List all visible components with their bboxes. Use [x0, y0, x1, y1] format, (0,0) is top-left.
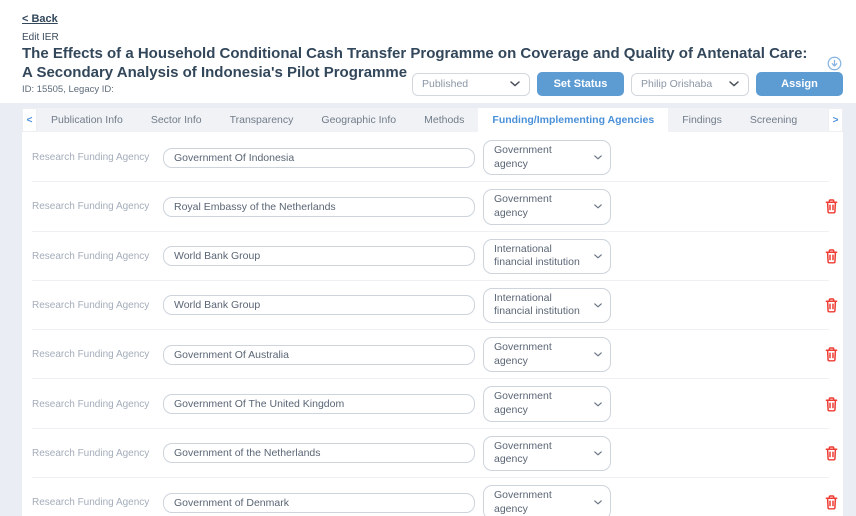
agency-name-input[interactable] — [163, 295, 475, 315]
agency-name-input[interactable] — [163, 443, 475, 463]
assignee-select-value: Philip Orishaba — [641, 78, 712, 90]
agency-name-input[interactable] — [163, 197, 475, 217]
chevron-down-icon — [729, 81, 739, 87]
tab-publication-info[interactable]: Publication Info — [37, 108, 137, 132]
tab-geographic-info[interactable]: Geographic Info — [307, 108, 410, 132]
row-label: Research Funding Agency — [32, 399, 163, 410]
chevron-down-icon — [594, 451, 602, 456]
tab-transparency[interactable]: Transparency — [216, 108, 308, 132]
delete-row-icon[interactable] — [825, 199, 838, 214]
agency-row: Research Funding Agency Government agency — [22, 429, 843, 478]
agency-row: Research Funding Agency International fin… — [22, 281, 843, 330]
agency-name-input[interactable] — [163, 246, 475, 266]
agency-row: Research Funding Agency Government agency — [22, 379, 843, 428]
agency-row: Research Funding Agency Government agency — [22, 182, 843, 231]
chevron-down-icon — [594, 500, 602, 505]
agency-row: Research Funding Agency Government agency — [22, 330, 843, 379]
agency-row: Research Funding Agency Government agency — [22, 478, 843, 516]
delete-row-icon[interactable] — [825, 347, 838, 362]
agency-type-value: Government agency — [494, 390, 580, 417]
row-label: Research Funding Agency — [32, 497, 163, 508]
agency-type-select[interactable]: International financial institution — [483, 239, 611, 274]
agency-type-value: International financial institution — [494, 243, 580, 270]
header-actions: Published Set Status Philip Orishaba Ass… — [412, 72, 843, 96]
set-status-button[interactable]: Set Status — [537, 72, 624, 96]
tab-findings[interactable]: Findings — [668, 108, 736, 132]
tab-scroll-left[interactable]: < — [22, 108, 37, 132]
status-select[interactable]: Published — [412, 73, 530, 96]
row-label: Research Funding Agency — [32, 349, 163, 360]
agency-type-value: International financial institution — [494, 292, 580, 319]
tab-scroll-right[interactable]: > — [828, 108, 843, 132]
chevron-down-icon — [594, 155, 602, 160]
tab-sector-info[interactable]: Sector Info — [137, 108, 216, 132]
agency-name-input[interactable] — [163, 493, 475, 513]
row-label: Research Funding Agency — [32, 201, 163, 212]
agency-name-input[interactable] — [163, 345, 475, 365]
tab-funding-implementing-agencies[interactable]: Funding/Implementing Agencies — [478, 108, 668, 132]
delete-row-icon[interactable] — [825, 446, 838, 461]
agency-name-input[interactable] — [163, 148, 475, 168]
chevron-down-icon — [594, 352, 602, 357]
agency-type-select[interactable]: Government agency — [483, 189, 611, 224]
agencies-panel: Research Funding Agency Government agency… — [22, 132, 843, 516]
row-label: Research Funding Agency — [32, 300, 163, 311]
delete-row-icon[interactable] — [825, 495, 838, 510]
back-link[interactable]: < Back — [22, 13, 58, 25]
agency-type-select[interactable]: Government agency — [483, 337, 611, 372]
header: < Back Edit IER The Effects of a Househo… — [0, 0, 856, 103]
delete-row-icon[interactable] — [825, 298, 838, 313]
tab-list: Publication InfoSector InfoTransparencyG… — [37, 108, 828, 132]
agency-type-select[interactable]: Government agency — [483, 140, 611, 175]
chevron-down-icon — [510, 81, 520, 87]
download-icon[interactable] — [827, 56, 842, 71]
agency-type-value: Government agency — [494, 193, 580, 220]
assign-button[interactable]: Assign — [756, 72, 843, 96]
agency-type-select[interactable]: Government agency — [483, 386, 611, 421]
agency-type-value: Government agency — [494, 341, 580, 368]
agency-row: Research Funding Agency Government agency — [22, 133, 843, 182]
agency-name-input[interactable] — [163, 394, 475, 414]
tab-bar: < Publication InfoSector InfoTransparenc… — [22, 108, 843, 132]
page: < Back Edit IER The Effects of a Househo… — [0, 0, 856, 516]
row-label: Research Funding Agency — [32, 152, 163, 163]
row-label: Research Funding Agency — [32, 251, 163, 262]
status-select-value: Published — [422, 78, 468, 90]
chevron-down-icon — [594, 204, 602, 209]
edit-ier-label: Edit IER — [22, 32, 843, 43]
tab-methods[interactable]: Methods — [410, 108, 478, 132]
chevron-down-icon — [594, 402, 602, 407]
tab-screening[interactable]: Screening — [736, 108, 811, 132]
agency-type-select[interactable]: Government agency — [483, 436, 611, 471]
agency-type-value: Government agency — [494, 440, 580, 467]
agency-type-select[interactable]: International financial institution — [483, 288, 611, 323]
delete-row-icon[interactable] — [825, 397, 838, 412]
agency-type-value: Government agency — [494, 489, 580, 516]
delete-row-icon[interactable] — [825, 249, 838, 264]
agency-type-value: Government agency — [494, 144, 580, 171]
chevron-down-icon — [594, 254, 602, 259]
agency-row: Research Funding Agency International fin… — [22, 232, 843, 281]
row-label: Research Funding Agency — [32, 448, 163, 459]
chevron-down-icon — [594, 303, 602, 308]
assignee-select[interactable]: Philip Orishaba — [631, 73, 749, 96]
agency-type-select[interactable]: Government agency — [483, 485, 611, 516]
